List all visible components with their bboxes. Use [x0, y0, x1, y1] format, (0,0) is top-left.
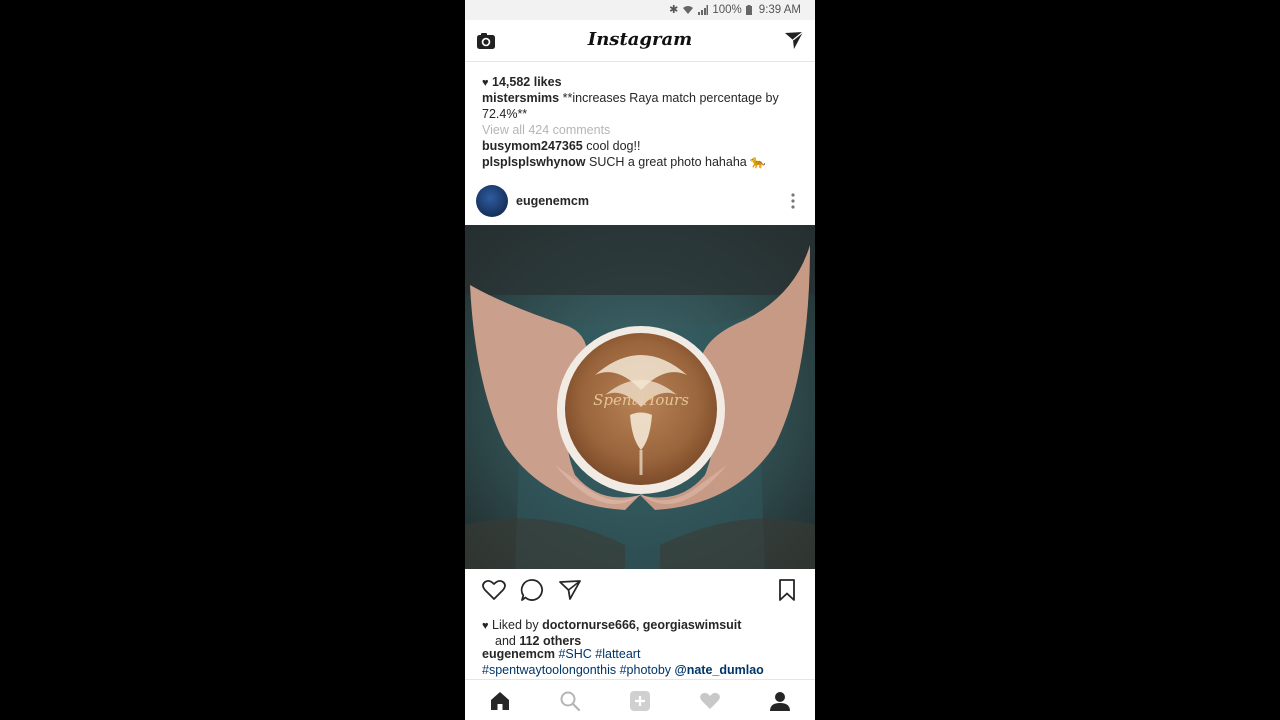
search-icon[interactable] [559, 690, 581, 712]
comment-icon[interactable] [519, 577, 545, 603]
status-icons: ✱ 100% 9:39 AM [669, 3, 801, 17]
signal-icon [698, 4, 709, 15]
comment-text: cool dog!! [586, 139, 641, 153]
battery-percent: 100% [712, 3, 742, 16]
hashtag-link[interactable]: #latteart [595, 647, 640, 661]
comment-username[interactable]: plsplsplswhynow [482, 155, 586, 169]
liked-by-prefix: Liked by [492, 618, 539, 632]
comment-username[interactable]: busymom247365 [482, 139, 583, 153]
heart-icon[interactable] [481, 577, 507, 603]
clock: 9:39 AM [758, 3, 801, 16]
caption-username[interactable]: eugenemcm [482, 647, 555, 661]
view-all-comments-link[interactable]: View all 424 comments [482, 122, 610, 138]
app-title: Instagram [587, 29, 693, 50]
post-username[interactable]: eugenemcm [516, 194, 589, 208]
battery-icon [745, 4, 752, 15]
post-image[interactable]: Spent Hours [465, 225, 815, 569]
bluetooth-icon: ✱ [669, 4, 679, 16]
direct-send-icon[interactable] [783, 29, 805, 51]
liked-by-line[interactable]: ♥ Liked by doctornurse666, georgiaswimsu… [482, 617, 741, 634]
share-icon[interactable] [557, 577, 583, 603]
image-watermark: Spent Hours [593, 391, 689, 409]
post-caption: eugenemcm #SHC #latteart [482, 646, 640, 662]
app-header: Instagram [465, 20, 815, 62]
hashtag-link[interactable]: #photoby [620, 663, 671, 677]
likes-count: 14,582 likes [492, 75, 562, 89]
wifi-icon [683, 5, 694, 14]
post-caption-continued: #spentwaytoolongonthis #photoby @nate_du… [482, 662, 764, 678]
bookmark-icon[interactable] [774, 577, 800, 603]
hashtag-link[interactable]: #spentwaytoolongonthis [482, 663, 616, 677]
activity-icon[interactable] [699, 690, 721, 712]
mention-link[interactable]: @nate_dumlao [675, 663, 764, 677]
phone-screen: ✱ 100% 9:39 AM Instagram ♥ 14,582 likes … [465, 0, 815, 720]
avatar[interactable] [476, 185, 508, 217]
heart-small-icon: ♥ [482, 77, 489, 89]
comment-text: SUCH a great photo hahaha 🐆 [588, 155, 766, 169]
more-options-icon[interactable] [789, 192, 797, 210]
status-bar: ✱ 100% 9:39 AM [465, 0, 815, 20]
profile-icon[interactable] [769, 690, 791, 712]
comment-row: busymom247365 cool dog!! [482, 138, 640, 154]
previous-post-caption: mistersmims **increases Raya match perce… [482, 90, 802, 122]
previous-post-likes[interactable]: ♥ 14,582 likes [482, 74, 562, 91]
home-icon[interactable] [489, 690, 511, 712]
caption-username[interactable]: mistersmims [482, 91, 559, 105]
add-icon[interactable] [629, 690, 651, 712]
liked-by-users[interactable]: doctornurse666, georgiaswimsuit [542, 618, 741, 632]
bottom-nav [465, 679, 815, 720]
comment-row: plsplsplswhynow SUCH a great photo hahah… [482, 154, 766, 170]
hashtag-link[interactable]: #SHC [558, 647, 591, 661]
heart-small-icon: ♥ [482, 620, 489, 632]
